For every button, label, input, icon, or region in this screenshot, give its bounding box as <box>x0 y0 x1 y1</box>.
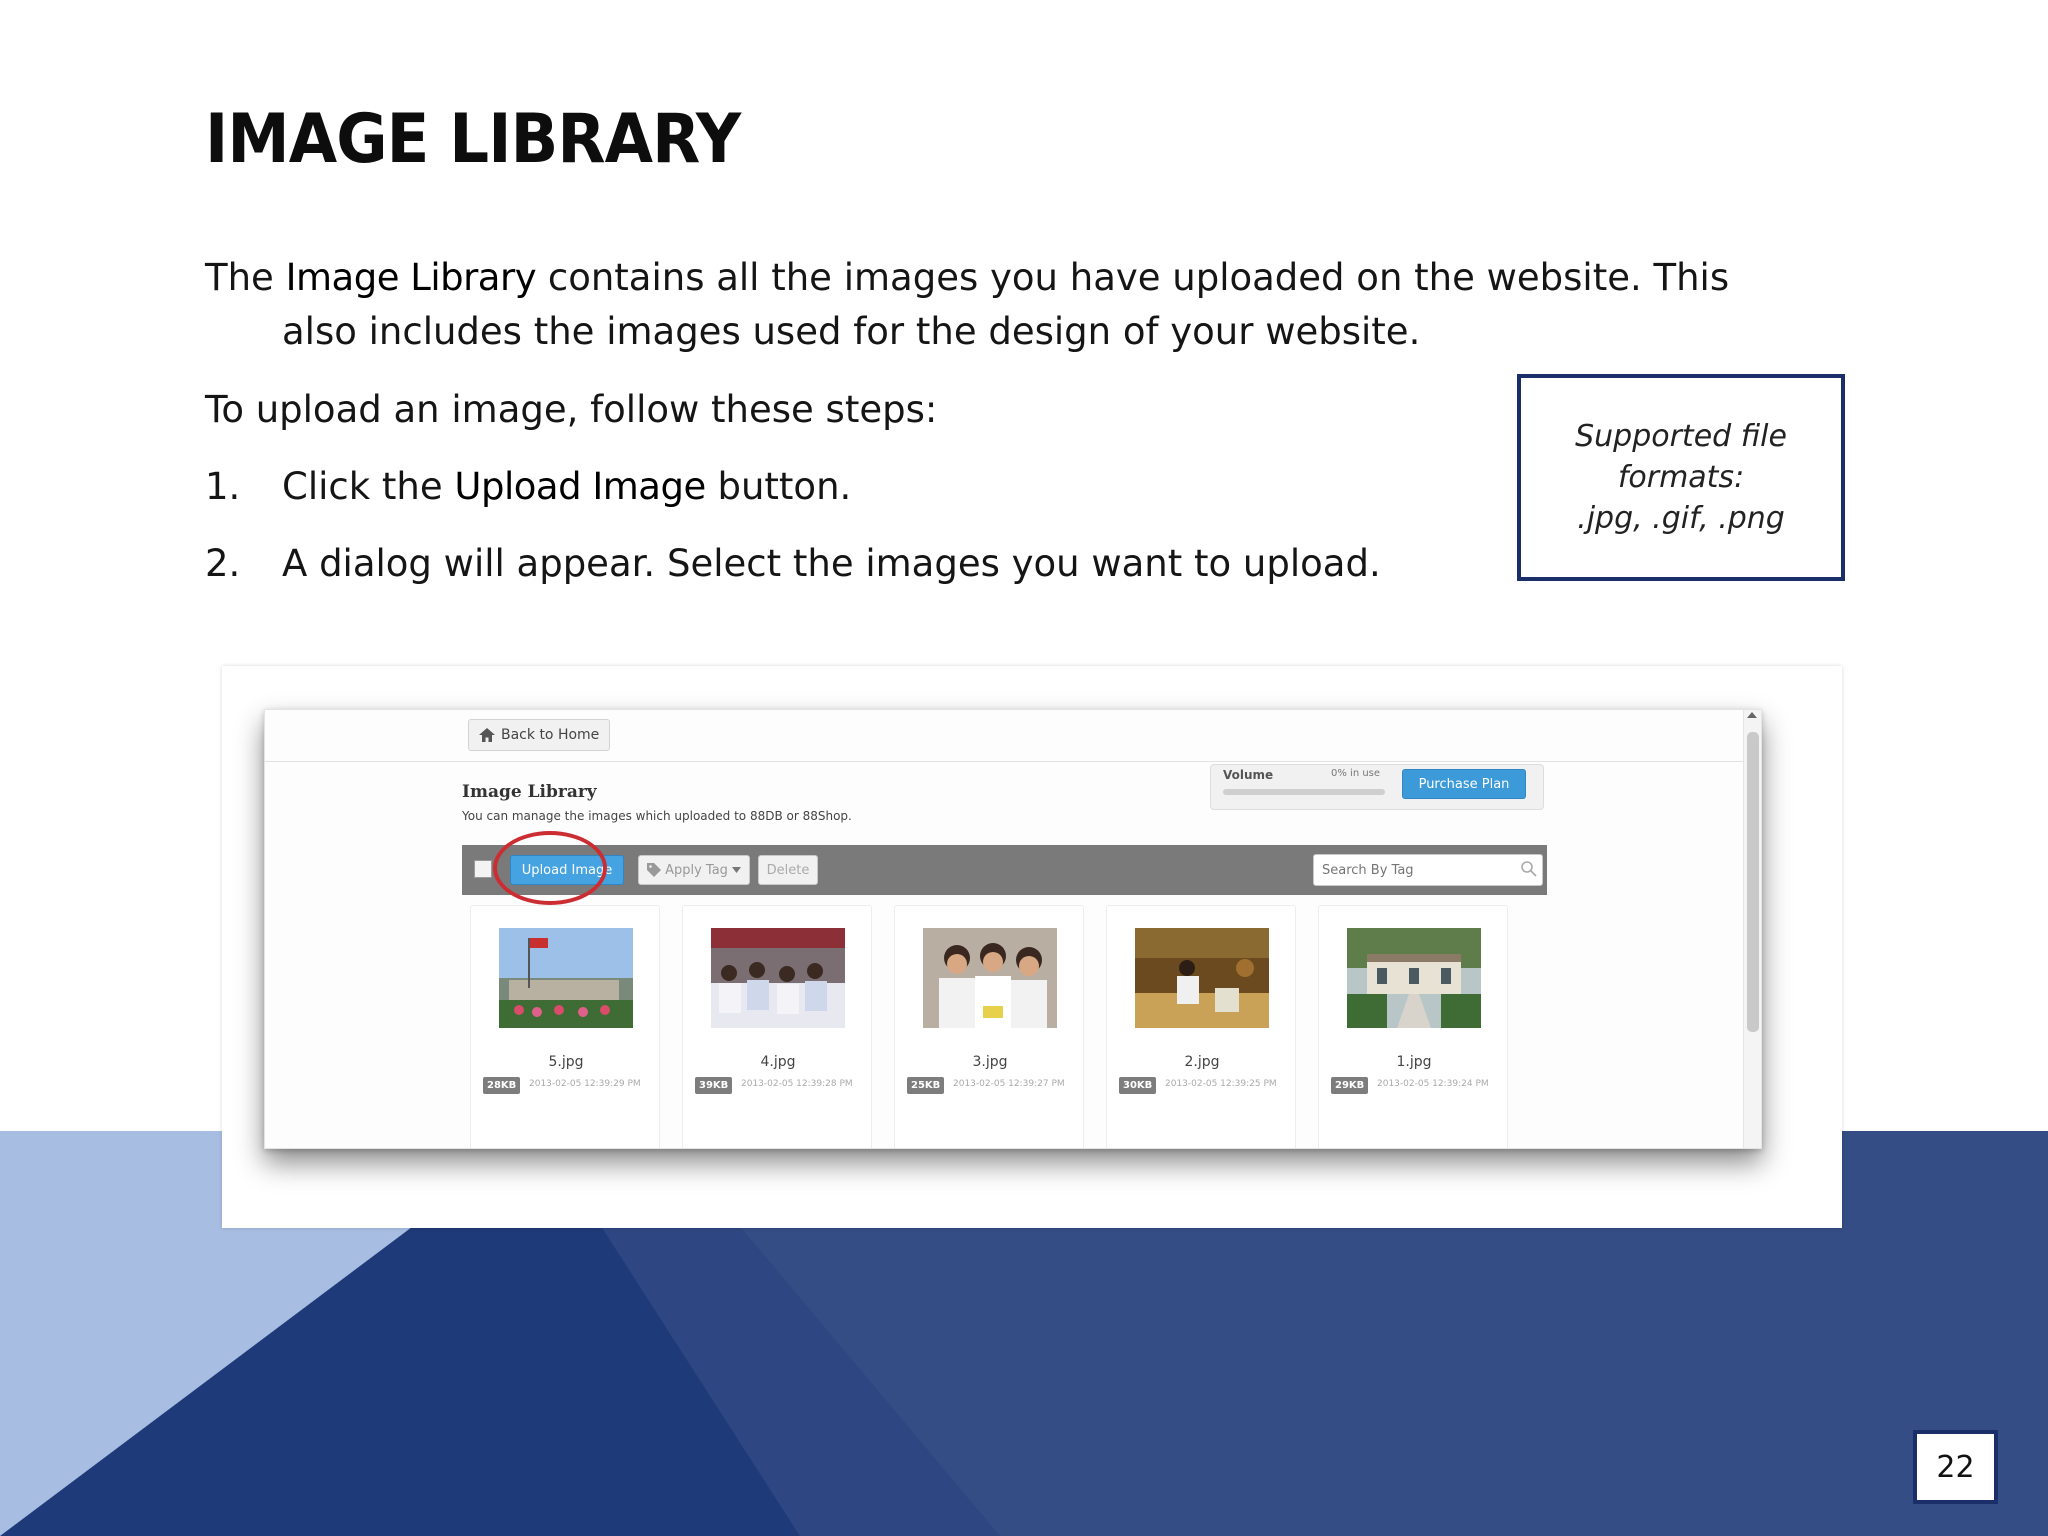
image-timestamp: 2013-02-05 12:39:25 PM <box>1165 1079 1277 1089</box>
image-thumbnail <box>1347 928 1481 1028</box>
search-by-tag-input[interactable] <box>1313 854 1543 886</box>
volume-usage: 0% in use <box>1331 768 1381 779</box>
image-card[interactable]: 2.jpg 30KB 2013-02-05 12:39:25 PM <box>1106 905 1296 1148</box>
supported-formats-callout: Supported file formats: .jpg, .gif, .png <box>1517 374 1845 581</box>
intro-text-post: contains all the images you have uploade… <box>536 256 1730 299</box>
intro-text-line2: also includes the images used for the de… <box>282 310 1421 353</box>
step-2-number: 2. <box>205 542 241 585</box>
volume-label: Volume <box>1223 768 1274 782</box>
image-size-badge: 39KB <box>695 1077 733 1094</box>
slide-title: IMAGE LIBRARY <box>205 100 741 179</box>
callout-line-2: formats: <box>1617 460 1745 495</box>
callout-line-3: .jpg, .gif, .png <box>1577 501 1785 536</box>
image-size-badge: 28KB <box>483 1077 521 1094</box>
image-card[interactable]: 4.jpg 39KB 2013-02-05 12:39:28 PM <box>682 905 872 1148</box>
image-size-badge: 25KB <box>907 1077 945 1094</box>
screenshot-frame: Back to Home Image Library You can manag… <box>222 666 1842 1228</box>
select-all-checkbox[interactable] <box>474 860 492 878</box>
image-thumbnail <box>499 928 633 1028</box>
upload-button-highlight-circle <box>493 831 607 905</box>
step-2-text: A dialog will appear. Select the images … <box>282 542 1381 585</box>
step-1-number: 1. <box>205 465 241 508</box>
intro-text-pre: The <box>205 256 286 299</box>
steps-intro: To upload an image, follow these steps: <box>205 388 938 431</box>
volume-bar <box>1223 789 1385 795</box>
tag-icon <box>647 863 662 877</box>
back-to-home-button[interactable]: Back to Home <box>468 719 611 751</box>
image-thumbnail <box>711 928 845 1028</box>
step-1: 1. Click the Upload Image button. <box>205 460 851 514</box>
image-size-badge: 29KB <box>1331 1077 1369 1094</box>
intro-paragraph: The Image Library contains all the image… <box>205 251 1805 359</box>
scroll-thumb[interactable] <box>1747 732 1759 1032</box>
page-scrollbar[interactable] <box>1743 710 1761 1148</box>
home-icon <box>479 728 495 742</box>
purchase-plan-button[interactable]: Purchase Plan <box>1402 769 1526 799</box>
apply-tag-button[interactable]: Apply Tag <box>638 855 750 885</box>
image-filename: 5.jpg <box>548 1054 584 1070</box>
scroll-up-arrow-icon[interactable] <box>1747 712 1757 718</box>
apply-tag-label: Apply Tag <box>665 862 728 878</box>
library-toolbar: Upload Image Apply Tag Delete <box>462 845 1547 895</box>
image-filename: 1.jpg <box>1396 1054 1432 1070</box>
image-filename: 4.jpg <box>760 1054 796 1070</box>
image-card[interactable]: 3.jpg 25KB 2013-02-05 12:39:27 PM <box>894 905 1084 1148</box>
app-topbar: Back to Home <box>265 710 1745 762</box>
image-filename: 3.jpg <box>972 1054 1008 1070</box>
callout-line-1: Supported file <box>1575 419 1787 454</box>
back-to-home-label: Back to Home <box>501 727 600 743</box>
image-card[interactable]: 5.jpg 28KB 2013-02-05 12:39:29 PM <box>470 905 660 1148</box>
image-timestamp: 2013-02-05 12:39:24 PM <box>1377 1079 1489 1089</box>
image-grid: 5.jpg 28KB 2013-02-05 12:39:29 PM 4.jpg … <box>470 905 1570 1148</box>
page-number: 22 <box>1913 1430 1998 1504</box>
search-icon[interactable] <box>1520 860 1538 878</box>
image-thumbnail <box>923 928 1057 1028</box>
caret-down-icon <box>731 867 741 873</box>
delete-button[interactable]: Delete <box>758 855 818 885</box>
image-timestamp: 2013-02-05 12:39:28 PM <box>741 1079 853 1089</box>
library-title: Image Library <box>462 782 597 802</box>
step-1-pre: Click the <box>282 465 455 508</box>
image-timestamp: 2013-02-05 12:39:27 PM <box>953 1079 1065 1089</box>
volume-panel: Volume 0% in use Purchase Plan <box>1210 764 1544 810</box>
step-2: 2. A dialog will appear. Select the image… <box>205 537 1381 591</box>
image-filename: 2.jpg <box>1184 1054 1220 1070</box>
image-library-screenshot: Back to Home Image Library You can manag… <box>264 709 1762 1149</box>
image-timestamp: 2013-02-05 12:39:29 PM <box>529 1079 641 1089</box>
image-thumbnail <box>1135 928 1269 1028</box>
step-1-post: button. <box>705 465 852 508</box>
image-size-badge: 30KB <box>1119 1077 1157 1094</box>
step-1-keyword: Upload Image <box>454 465 706 508</box>
library-subtitle: You can manage the images which uploaded… <box>462 809 852 823</box>
image-card[interactable]: 1.jpg 29KB 2013-02-05 12:39:24 PM <box>1318 905 1508 1148</box>
intro-keyword: Image Library <box>285 256 537 299</box>
